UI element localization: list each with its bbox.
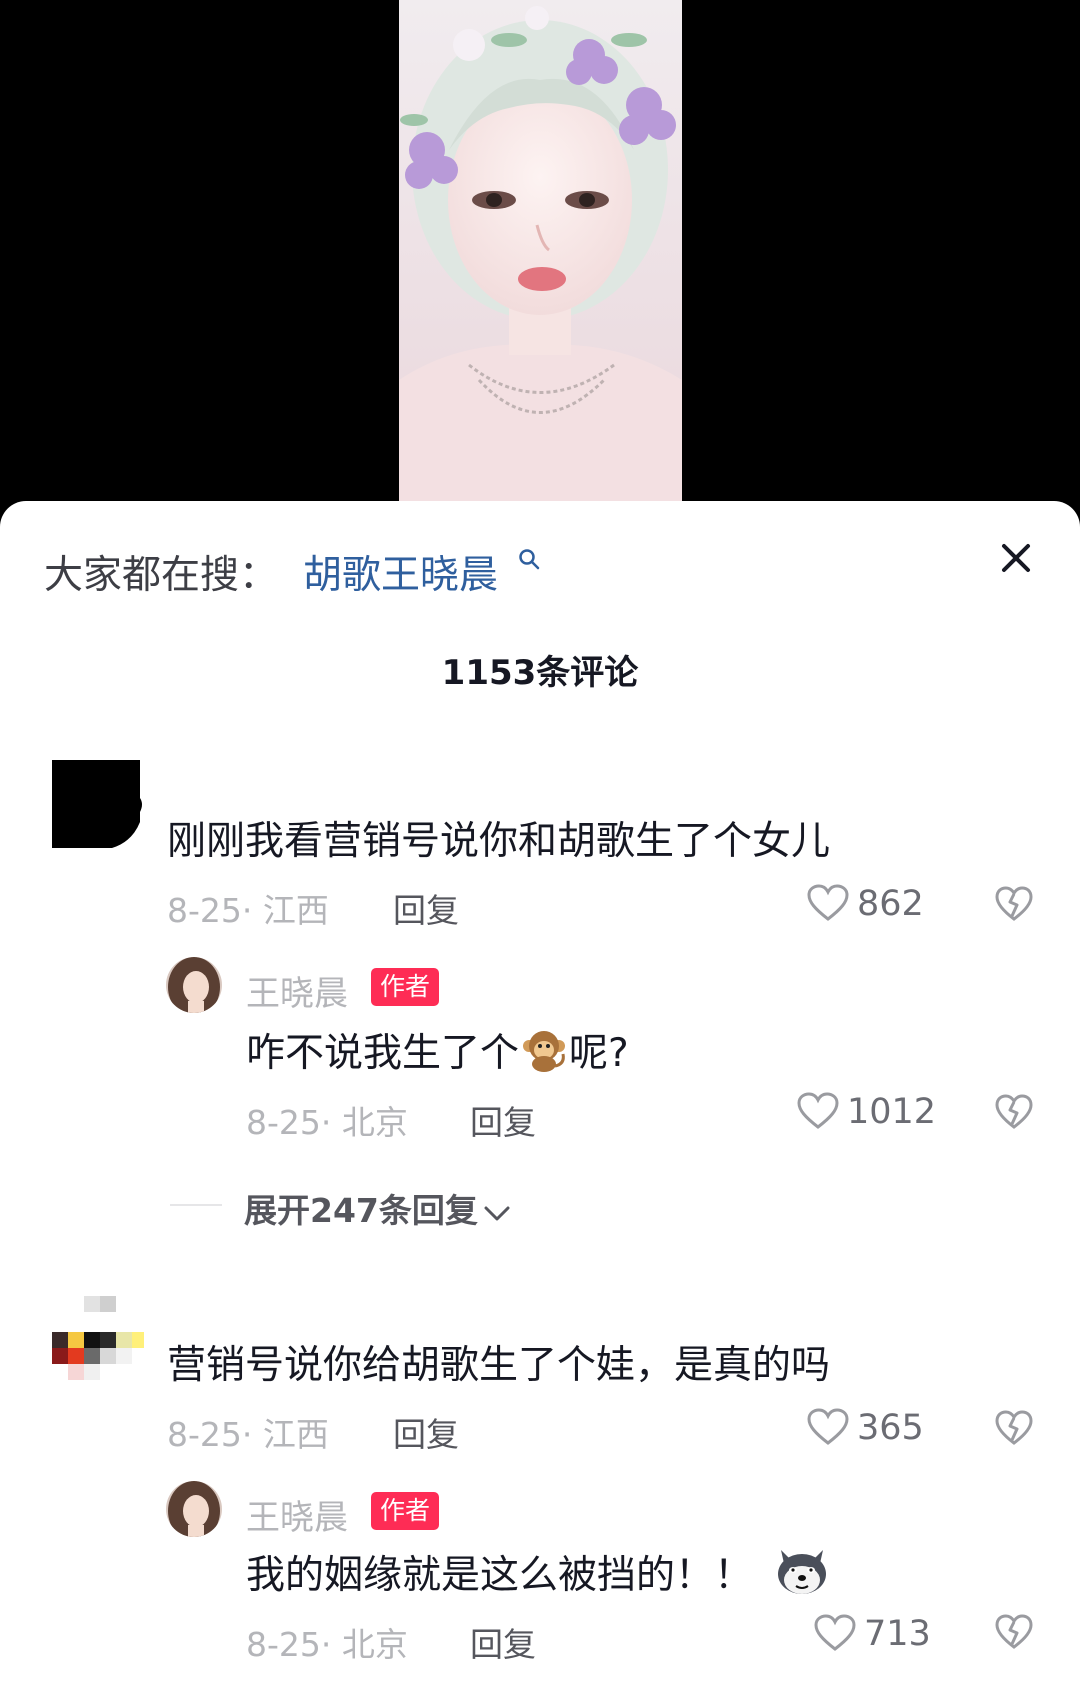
reply-text-after-emoji: 呢? — [569, 1031, 629, 1076]
search-suggestion-label: 大家都在搜： — [44, 553, 279, 598]
author-name[interactable]: 王晓晨 — [246, 1490, 348, 1539]
avatar[interactable] — [52, 760, 144, 848]
reply-button[interactable]: 回复 — [393, 884, 459, 932]
app-screen: 大家都在搜： 胡歌王晓晨 1153条评论 刚刚我看营销号说你和胡歌生了个女儿 8… — [0, 0, 1080, 1695]
dislike-icon[interactable] — [995, 1410, 1033, 1446]
heart-icon[interactable] — [807, 884, 849, 922]
author-badge: 作者 — [371, 968, 440, 1006]
comment-count: 1153条评论 — [441, 653, 639, 693]
reply-button[interactable]: 回复 — [470, 1096, 536, 1144]
dislike-icon[interactable] — [995, 1614, 1033, 1650]
reply-text: 咋不说我生了个 呢? — [246, 1022, 629, 1078]
reply-button[interactable]: 回复 — [393, 1408, 459, 1456]
author-avatar[interactable] — [166, 957, 222, 1013]
chevron-down-icon — [484, 1206, 510, 1221]
close-icon[interactable] — [996, 538, 1036, 578]
heart-icon[interactable] — [814, 1614, 856, 1652]
heart-icon[interactable] — [797, 1092, 839, 1130]
dislike-icon[interactable] — [995, 886, 1033, 922]
avatar[interactable] — [52, 1296, 144, 1380]
like-count: 713 — [864, 1614, 931, 1654]
expand-divider — [170, 1204, 222, 1206]
reply-date-location: 8-25· 北京 — [246, 1625, 408, 1664]
heart-icon[interactable] — [807, 1408, 849, 1446]
reply-text-content: 我的姻缘就是这么被挡的！！ — [246, 1553, 754, 1598]
like-count: 862 — [857, 884, 924, 924]
dislike-icon[interactable] — [995, 1094, 1033, 1130]
author-avatar[interactable] — [166, 1481, 222, 1537]
like-count: 365 — [857, 1408, 924, 1448]
comment-text: 刚刚我看营销号说你和胡歌生了个女儿 — [167, 819, 831, 864]
reply-date-location: 8-25· 北京 — [246, 1103, 408, 1142]
expand-replies-label: 展开247条回复 — [244, 1191, 478, 1230]
like-count: 1012 — [847, 1092, 937, 1132]
search-suggestion-keyword[interactable]: 胡歌王晓晨 — [303, 544, 498, 600]
search-icon[interactable] — [518, 548, 540, 570]
comment-text: 营销号说你给胡歌生了个娃，是真的吗 — [167, 1343, 831, 1388]
comment-date-location: 8-25· 江西 — [167, 1415, 329, 1454]
video-frame-illustration — [399, 0, 682, 501]
author-badge: 作者 — [371, 1492, 440, 1530]
reply-text-before-emoji: 咋不说我生了个 — [246, 1031, 520, 1076]
author-name[interactable]: 王晓晨 — [246, 966, 348, 1015]
video-player[interactable] — [0, 0, 1080, 515]
reply-text: 我的姻缘就是这么被挡的！！ — [246, 1544, 829, 1600]
reply-button[interactable]: 回复 — [470, 1618, 536, 1666]
monkey-emoji-icon — [523, 1031, 566, 1072]
comment-date-location: 8-25· 江西 — [167, 891, 329, 930]
expand-replies-button[interactable]: 展开247条回复 — [244, 1184, 512, 1232]
husky-dog-emoji-icon — [778, 1550, 827, 1594]
